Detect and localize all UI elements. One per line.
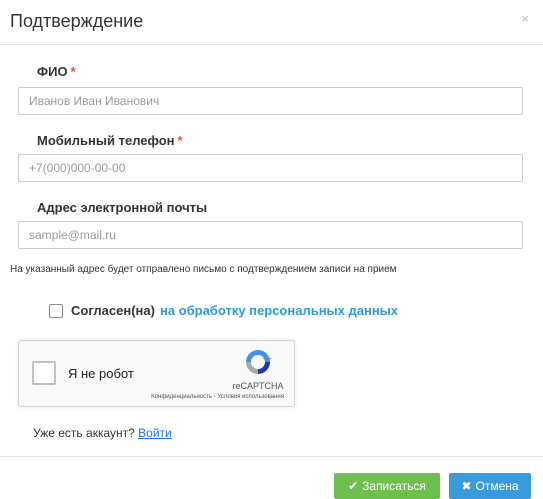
email-input[interactable] [18, 221, 523, 249]
email-label-text: Адрес электронной почты [37, 200, 208, 215]
recaptcha-checkbox[interactable] [32, 361, 56, 385]
required-mark: * [70, 64, 76, 79]
recaptcha-label: Я не робот [68, 366, 134, 381]
cancel-label: Отмена [475, 479, 519, 493]
consent-text: Согласен(на) [71, 303, 155, 318]
account-row: Уже есть аккаунт? Войти [33, 426, 172, 440]
fio-label-text: ФИО [37, 64, 68, 79]
login-link[interactable]: Войти [138, 426, 172, 440]
confirmation-modal: Подтверждение × ФИО* Мобильный телефон* … [0, 0, 543, 499]
phone-label: Мобильный телефон * [37, 133, 183, 148]
recaptcha-privacy-link[interactable]: Конфиденциальность [151, 394, 212, 400]
required-mark: * [177, 133, 183, 148]
personal-data-link[interactable]: на обработку персональных данных [160, 303, 398, 318]
recaptcha-widget: Я не робот reCAPTCHA Конфиденциальность … [18, 340, 295, 407]
consent-checkbox[interactable] [49, 303, 63, 318]
times-icon: ✖ [461, 479, 472, 493]
email-label: Адрес электронной почты [37, 200, 207, 215]
recaptcha-logo-icon [246, 350, 271, 374]
fio-label: ФИО * [37, 64, 76, 79]
phone-label-text: Мобильный телефон [37, 133, 175, 148]
phone-input[interactable] [18, 154, 523, 182]
footer-divider [0, 456, 543, 457]
submit-button[interactable]: ✔ Записаться [334, 473, 440, 499]
recaptcha-links: Конфиденциальность - Условия использован… [151, 394, 284, 400]
check-icon: ✔ [348, 479, 359, 493]
close-icon[interactable]: × [521, 12, 529, 25]
email-notice: На указанный адрес будет отправлено пись… [10, 264, 397, 275]
modal-header: Подтверждение × [0, 0, 543, 45]
fio-input[interactable] [18, 87, 523, 115]
consent-row: Согласен(на) на обработку персональных д… [49, 302, 398, 319]
modal-title: Подтверждение [10, 11, 144, 31]
recaptcha-brand: reCAPTCHA [232, 381, 284, 391]
account-text: Уже есть аккаунт? [33, 426, 135, 440]
recaptcha-terms-link[interactable]: Условия использования [217, 394, 284, 400]
submit-label: Записаться [362, 479, 426, 493]
cancel-button[interactable]: ✖ Отмена [449, 473, 531, 499]
